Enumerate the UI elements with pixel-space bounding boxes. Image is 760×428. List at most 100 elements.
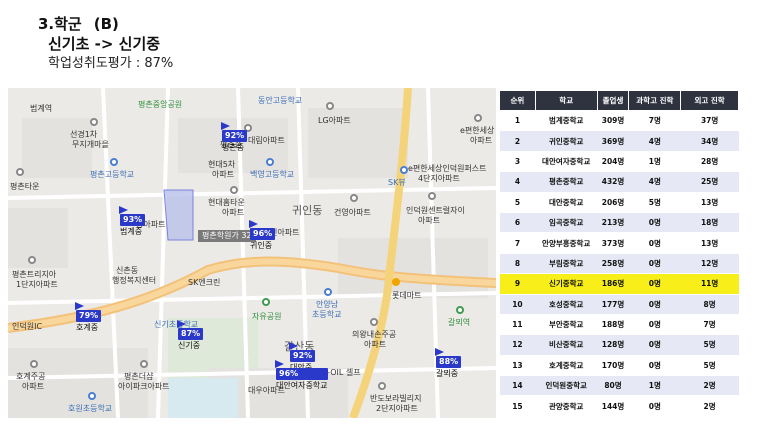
- cell-graduates: 213명: [597, 212, 629, 234]
- cell-rank: 9: [499, 273, 536, 295]
- school-pin-icon[interactable]: [110, 158, 118, 166]
- map-label-tree2: 1단지아파트: [16, 280, 58, 289]
- table-row[interactable]: 1 범계중학교 309명 7명 37명: [499, 110, 739, 132]
- table-row[interactable]: 9 신기중학교 186명 0명 11명: [499, 273, 739, 295]
- school-flag[interactable]: 88% 갈뫼중: [435, 348, 462, 379]
- apartment-pin-icon[interactable]: [350, 194, 358, 202]
- apartment-pin-icon[interactable]: [230, 186, 238, 194]
- table-row[interactable]: 8 부림중학교 258명 0명 12명: [499, 253, 739, 275]
- cell-school: 관양중학교: [535, 395, 598, 417]
- cell-science: 0명: [628, 294, 681, 315]
- map-label-hogye-elem: 호원초등학교: [68, 404, 113, 413]
- cell-foreign: 7명: [680, 314, 739, 336]
- flag-icon: [289, 342, 298, 350]
- apartment-pin-icon[interactable]: [378, 382, 386, 390]
- map-label-jayu-park: 자유공원: [252, 312, 282, 321]
- cell-school: 비산중학교: [535, 334, 598, 356]
- school-map[interactable]: 범계역 평촌중앙공원 동안고등학교 LG아파트 e편한세상 아파트 선경1차 무…: [8, 88, 496, 418]
- table-row[interactable]: 4 평촌중학교 432명 4명 25명: [499, 171, 739, 193]
- table-row[interactable]: 15 관양중학교 144명 0명 2명: [499, 395, 739, 417]
- apartment-pin-icon[interactable]: [428, 192, 436, 200]
- flag-school-name: 호계중: [76, 323, 99, 332]
- cell-graduates: 128명: [597, 334, 629, 356]
- cell-foreign: 18명: [680, 212, 739, 234]
- table-row[interactable]: 11 부안중학교 188명 0명 7명: [499, 314, 739, 336]
- map-label-hyundai5: 현대5차: [208, 160, 236, 169]
- cell-graduates: 309명: [597, 110, 629, 132]
- school-pin-icon[interactable]: [266, 158, 274, 166]
- flag-icon: [177, 320, 186, 328]
- table-row[interactable]: 6 임곡중학교 213명 0명 18명: [499, 212, 739, 234]
- apartment-pin-icon[interactable]: [16, 168, 24, 176]
- cell-foreign: 13명: [680, 232, 739, 254]
- table-row[interactable]: 2 귀인중학교 369명 4명 34명: [499, 130, 739, 152]
- flag-icon: [75, 302, 84, 310]
- flag-icon: [249, 220, 258, 228]
- mart-pin-icon[interactable]: [392, 278, 400, 286]
- cell-rank: 5: [499, 192, 536, 213]
- apartment-pin-icon[interactable]: [140, 360, 148, 368]
- flag-school-name: 귀인중: [250, 241, 273, 250]
- map-label-s-oil: S-OIL 셀프: [322, 368, 361, 377]
- map-label-hangjeong: 행정복지센터: [112, 276, 157, 285]
- school-pin-icon[interactable]: [88, 392, 96, 400]
- cell-science: 4명: [628, 171, 681, 193]
- map-label-park: 평촌중앙공원: [138, 100, 183, 109]
- cell-school: 호성중학교: [535, 294, 598, 315]
- table-row[interactable]: 14 인덕원중학교 80명 1명 2명: [499, 375, 739, 397]
- cell-foreign: 37명: [680, 110, 739, 132]
- school-flag[interactable]: 96% 대안여자중학교: [275, 360, 328, 391]
- cell-science: 0명: [628, 232, 681, 254]
- section-title: 3.학군 (B): [38, 14, 173, 34]
- map-label-geonyoung: 건영아파트: [334, 208, 371, 217]
- table-row[interactable]: 13 호계중학교 170명 0명 5명: [499, 355, 739, 377]
- table-row[interactable]: 3 대안여자중학교 204명 1명 28명: [499, 151, 739, 173]
- flag-percent: 92%: [290, 350, 316, 362]
- cell-science: 7명: [628, 110, 681, 132]
- map-label-hogye-apt: 호계주공: [16, 372, 46, 381]
- map-label-induk-gold2: 아파트: [418, 216, 441, 225]
- cell-graduates: 204명: [597, 151, 629, 173]
- apartment-pin-icon[interactable]: [326, 102, 334, 110]
- table-row[interactable]: 10 호성중학교 177명 0명 8명: [499, 294, 739, 315]
- cell-graduates: 258명: [597, 253, 629, 275]
- map-label-banpo: 반도보라빌리지: [370, 394, 422, 403]
- park-pin-icon[interactable]: [262, 298, 270, 306]
- school-flag[interactable]: 96% 귀인중: [249, 220, 276, 251]
- cell-science: 0명: [628, 334, 681, 356]
- apartment-pin-icon[interactable]: [474, 114, 482, 122]
- cell-graduates: 177명: [597, 294, 629, 315]
- cell-science: 1명: [628, 375, 681, 397]
- cell-science: 0명: [628, 314, 681, 336]
- table-row[interactable]: 12 비산중학교 128명 0명 5명: [499, 334, 739, 356]
- map-label-pyeongchon-town: 평촌타운: [10, 182, 40, 191]
- map-label-pyeongchon-high: 평촌고등학교: [90, 170, 135, 179]
- cell-foreign: 13명: [680, 192, 739, 213]
- apartment-pin-icon[interactable]: [370, 318, 378, 326]
- school-flag[interactable]: 79% 호계중: [75, 302, 102, 333]
- school-pin-icon[interactable]: [324, 288, 332, 296]
- apartment-pin-icon[interactable]: [90, 118, 98, 126]
- cell-science: 0명: [628, 273, 681, 295]
- school-flag[interactable]: 93% 범계중: [119, 206, 146, 237]
- table-row[interactable]: 5 대안중학교 206명 5명 13명: [499, 192, 739, 213]
- apartment-pin-icon[interactable]: [30, 360, 38, 368]
- station-pin-icon[interactable]: [456, 306, 464, 314]
- map-label-hogye-apt2: 아파트: [22, 382, 45, 391]
- school-flag[interactable]: 87% 신기중: [177, 320, 204, 351]
- header-rank: 순위: [499, 90, 536, 111]
- apartment-pin-icon[interactable]: [28, 256, 36, 264]
- cell-rank: 6: [499, 212, 536, 234]
- cell-school: 부안중학교: [535, 314, 598, 336]
- map-label-donghwa-high: 동안고등학교: [258, 96, 303, 105]
- school-flag[interactable]: 92% 평촌중: [221, 122, 248, 153]
- school-pin-icon[interactable]: [400, 166, 408, 174]
- cell-graduates: 373명: [597, 232, 629, 254]
- table-row[interactable]: 7 안양부흥중학교 373명 0명 13명: [499, 232, 739, 254]
- cell-graduates: 144명: [597, 395, 629, 417]
- map-label-daerim: 대림아파트: [248, 136, 285, 145]
- cell-graduates: 186명: [597, 273, 629, 295]
- rating-text: 학업성취도평가 : 87%: [48, 56, 174, 71]
- cell-rank: 15: [499, 395, 536, 417]
- cell-science: 4명: [628, 130, 681, 152]
